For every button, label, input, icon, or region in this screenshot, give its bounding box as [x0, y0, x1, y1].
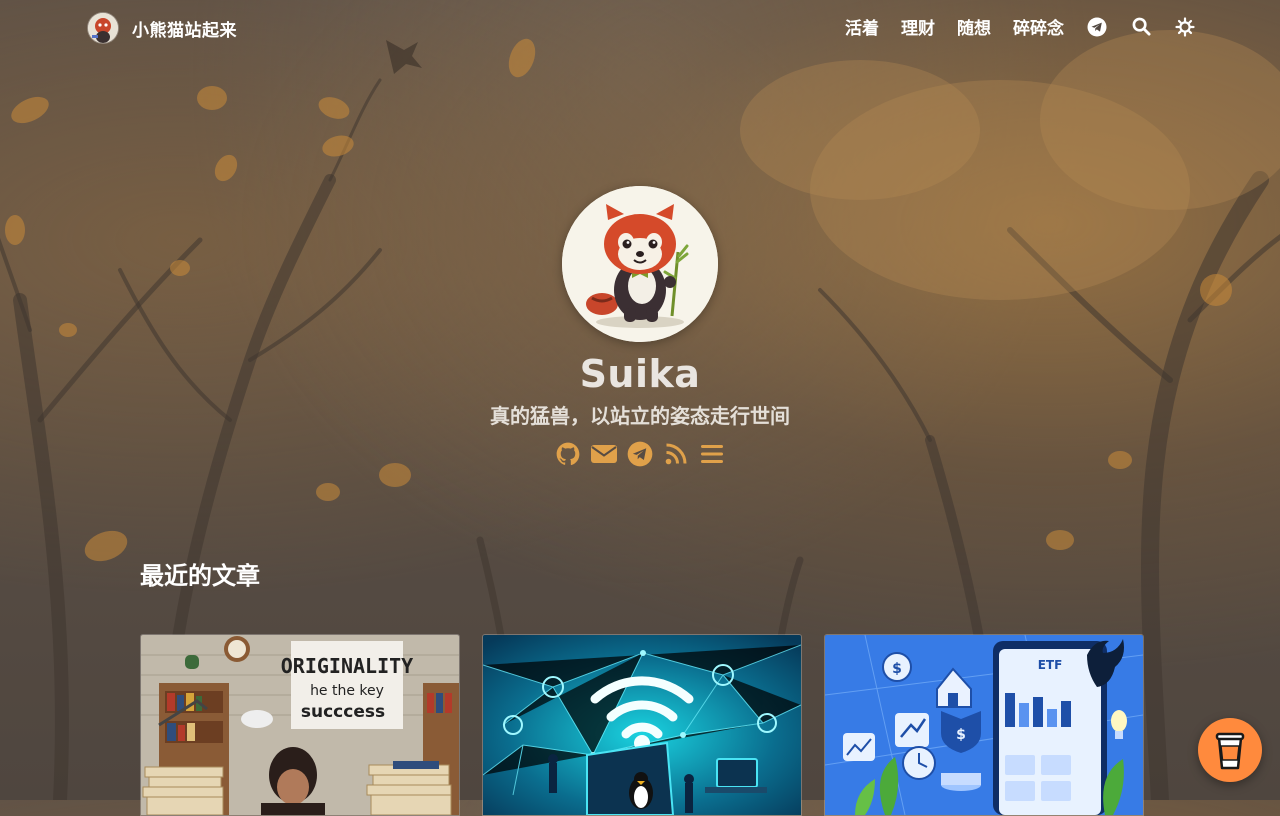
post-thumbnail: $ $ ETF [825, 635, 1143, 815]
menu-icon[interactable] [698, 440, 726, 468]
post-thumbnail [483, 635, 801, 815]
post-card-originality[interactable]: ORIGINALITY he the key succcess [140, 634, 460, 816]
buy-me-a-coffee-button[interactable] [1198, 718, 1262, 782]
svg-text:$: $ [956, 727, 966, 743]
search-icon[interactable] [1130, 16, 1152, 38]
post-card-etf[interactable]: $ $ ETF [824, 634, 1144, 816]
profile-name: Suika [579, 352, 701, 396]
svg-text:$: $ [892, 661, 902, 677]
nav-item-finance[interactable]: 理财 [901, 14, 935, 39]
rss-icon[interactable] [662, 440, 690, 468]
nav-menu: 活着 理财 随想 碎碎念 [845, 14, 1196, 39]
profile-avatar [562, 186, 718, 342]
coffee-cup-icon [1215, 732, 1245, 770]
site-brand[interactable]: 小熊猫站起来 [88, 13, 237, 43]
thumbnail-text: succcess [301, 702, 385, 722]
thumbnail-text: ETF [1038, 658, 1063, 672]
recent-posts-list: ORIGINALITY he the key succcess $ $ ETF [140, 634, 1144, 816]
telegram-icon[interactable] [626, 440, 654, 468]
github-icon[interactable] [554, 440, 582, 468]
recent-posts-title: 最近的文章 [140, 562, 260, 590]
telegram-icon[interactable] [1086, 16, 1108, 38]
post-thumbnail: ORIGINALITY he the key succcess [141, 635, 459, 815]
social-links [0, 440, 1280, 468]
nav-item-thoughts[interactable]: 随想 [957, 14, 991, 39]
profile-tagline: 真的猛兽，以站立的姿态走行世间 [490, 404, 790, 428]
thumbnail-text: he the key [310, 683, 384, 699]
email-icon[interactable] [590, 440, 618, 468]
nav-item-murmurs[interactable]: 碎碎念 [1013, 14, 1064, 39]
site-title[interactable]: 小熊猫站起来 [132, 16, 237, 41]
post-card-network[interactable] [482, 634, 802, 816]
theme-toggle-icon[interactable] [1174, 16, 1196, 38]
profile-section: Suika 真的猛兽，以站立的姿态走行世间 [0, 186, 1280, 468]
top-navbar: 小熊猫站起来 活着 理财 随想 碎碎念 [0, 0, 1280, 56]
thumbnail-text: ORIGINALITY [281, 654, 413, 678]
site-logo[interactable] [88, 13, 118, 43]
nav-item-live[interactable]: 活着 [845, 14, 879, 39]
